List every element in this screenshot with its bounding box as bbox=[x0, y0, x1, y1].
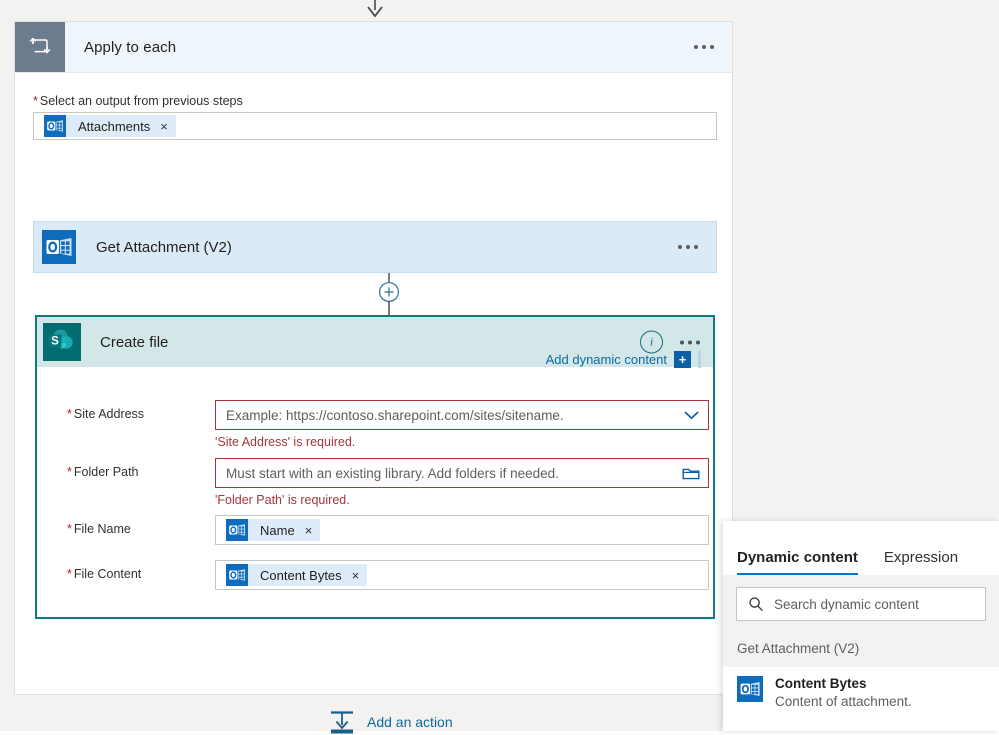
dot bbox=[696, 340, 700, 344]
token-name[interactable]: Name × bbox=[226, 519, 321, 541]
dot bbox=[680, 340, 684, 344]
folder-path-input[interactable]: Must start with an existing library. Add… bbox=[215, 458, 709, 488]
token-content-bytes[interactable]: Content Bytes × bbox=[226, 564, 368, 586]
required-asterisk: * bbox=[67, 522, 72, 536]
close-icon[interactable]: × bbox=[303, 524, 315, 537]
sharepoint-icon: S bbox=[37, 317, 87, 367]
dynamic-content-tabs: Dynamic content Expression bbox=[723, 521, 999, 575]
dynamic-content-panel: Dynamic content Expression Search dynami… bbox=[723, 521, 999, 731]
token-label: Name bbox=[260, 522, 295, 538]
add-dynamic-content-button[interactable]: Add dynamic content + bbox=[546, 351, 701, 368]
dot bbox=[702, 45, 706, 49]
dot bbox=[678, 245, 682, 249]
dot bbox=[688, 340, 692, 344]
svg-text:S: S bbox=[51, 335, 59, 347]
required-asterisk: * bbox=[67, 567, 72, 581]
folder-path-label: * Folder Path bbox=[67, 465, 139, 479]
outlook-icon bbox=[226, 564, 248, 586]
folder-path-placeholder: Must start with an existing library. Add… bbox=[226, 465, 559, 481]
file-content-label: * File Content bbox=[67, 567, 141, 581]
required-asterisk: * bbox=[33, 94, 38, 108]
create-file-form: * Site Address Example: https://contoso.s… bbox=[37, 351, 713, 590]
tab-dynamic-content[interactable]: Dynamic content bbox=[737, 549, 858, 575]
dot bbox=[710, 45, 714, 49]
dynamic-content-item-description: Content of attachment. bbox=[775, 693, 912, 709]
create-file-menu-button[interactable] bbox=[680, 340, 700, 344]
close-icon[interactable]: × bbox=[350, 569, 362, 582]
outlook-icon bbox=[226, 519, 248, 541]
get-attachment-menu-button[interactable] bbox=[674, 239, 702, 255]
apply-to-each-header[interactable]: Apply to each bbox=[15, 22, 732, 73]
search-dynamic-content-input[interactable]: Search dynamic content bbox=[736, 587, 986, 621]
file-content-label-text: File Content bbox=[73, 567, 142, 581]
plus-icon[interactable]: + bbox=[674, 351, 691, 368]
tab-expression[interactable]: Expression bbox=[884, 549, 958, 575]
close-icon[interactable]: × bbox=[158, 120, 170, 133]
select-output-label-text: Select an output from previous steps bbox=[39, 94, 243, 108]
panel-handle bbox=[698, 351, 701, 368]
outlook-icon bbox=[44, 115, 66, 137]
token-label: Content Bytes bbox=[260, 567, 342, 583]
add-an-action-button[interactable]: Add an action bbox=[328, 709, 453, 735]
dynamic-content-search-area: Search dynamic content bbox=[723, 575, 999, 634]
site-address-input[interactable]: Example: https://contoso.sharepoint.com/… bbox=[215, 400, 709, 430]
folder-path-label-text: Folder Path bbox=[73, 465, 139, 479]
site-address-label-text: Site Address bbox=[73, 407, 145, 421]
token-label: Attachments bbox=[78, 118, 151, 134]
get-attachment-title: Get Attachment (V2) bbox=[96, 238, 232, 256]
folder-icon[interactable] bbox=[682, 466, 700, 481]
dynamic-content-item-text: Content Bytes Content of attachment. bbox=[775, 676, 912, 710]
flow-connector-arrow-top bbox=[367, 0, 383, 18]
required-asterisk: * bbox=[67, 407, 72, 421]
outlook-icon bbox=[737, 676, 763, 702]
dynamic-content-item-content-bytes[interactable]: Content Bytes Content of attachment. bbox=[723, 667, 999, 711]
outlook-icon bbox=[34, 222, 84, 272]
search-icon bbox=[749, 597, 763, 612]
dot bbox=[686, 245, 690, 249]
dot bbox=[694, 245, 698, 249]
search-placeholder: Search dynamic content bbox=[774, 596, 919, 612]
apply-to-each-menu-button[interactable] bbox=[690, 39, 718, 55]
dynamic-content-item-name: Content Bytes bbox=[775, 676, 867, 691]
file-name-label: * File Name bbox=[67, 522, 131, 536]
select-output-label: * Select an output from previous steps bbox=[33, 94, 243, 108]
add-an-action-label: Add an action bbox=[367, 714, 453, 730]
create-file-title: Create file bbox=[100, 333, 169, 351]
action-card-create-file[interactable]: S Create file i * Site Address Example: … bbox=[35, 315, 715, 619]
file-name-input[interactable]: Name × bbox=[215, 515, 709, 545]
dot bbox=[694, 45, 698, 49]
add-dynamic-content-label: Add dynamic content bbox=[545, 352, 667, 367]
add-action-icon bbox=[331, 711, 353, 734]
apply-to-each-title: Apply to each bbox=[84, 38, 177, 56]
chevron-down-icon[interactable] bbox=[683, 409, 700, 421]
file-name-label-text: File Name bbox=[73, 522, 131, 536]
action-card-get-attachment[interactable]: Get Attachment (V2) bbox=[33, 221, 717, 273]
file-content-input[interactable]: Content Bytes × bbox=[215, 560, 709, 590]
dynamic-content-group-header: Get Attachment (V2) bbox=[723, 634, 999, 667]
folder-path-error: 'Folder Path' is required. bbox=[215, 493, 350, 507]
loop-icon bbox=[15, 22, 65, 72]
site-address-placeholder: Example: https://contoso.sharepoint.com/… bbox=[226, 407, 564, 423]
apply-to-each-scope: Apply to each * Select an output from pre… bbox=[14, 21, 733, 734]
site-address-label: * Site Address bbox=[67, 407, 144, 421]
site-address-error: 'Site Address' is required. bbox=[215, 435, 356, 449]
token-attachments[interactable]: Attachments × bbox=[44, 115, 176, 137]
select-output-input[interactable]: Attachments × bbox=[33, 112, 717, 140]
required-asterisk: * bbox=[67, 465, 72, 479]
